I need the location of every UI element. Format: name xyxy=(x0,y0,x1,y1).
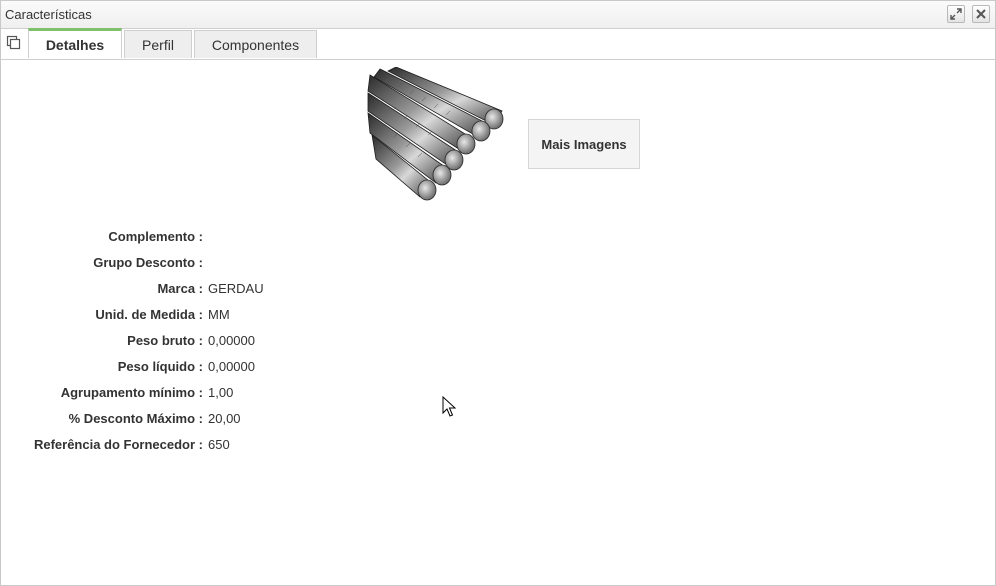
detail-label: Referência do Fornecedor : xyxy=(33,437,203,452)
detail-label: Peso líquido : xyxy=(117,359,203,374)
window-titlebar: Características xyxy=(1,1,995,29)
tab-bar: Detalhes Perfil Componentes xyxy=(1,28,995,60)
close-button[interactable] xyxy=(972,5,990,23)
copy-icon[interactable] xyxy=(6,35,22,51)
product-image xyxy=(367,67,504,201)
detail-value: 20,00 xyxy=(208,411,241,426)
detail-value: GERDAU xyxy=(208,281,264,296)
detail-label: Complemento : xyxy=(108,229,203,244)
expand-icon xyxy=(950,8,962,20)
tab-label: Detalhes xyxy=(45,36,105,53)
detail-row: Complemento : xyxy=(1,227,401,247)
more-images-button[interactable]: Mais Imagens xyxy=(528,119,640,169)
detail-label: % Desconto Máximo : xyxy=(68,411,203,426)
detail-value: 0,00000 xyxy=(208,333,255,348)
detail-row: Grupo Desconto : xyxy=(1,253,401,273)
tab-perfil[interactable]: Perfil xyxy=(124,30,192,58)
detail-value: 0,00000 xyxy=(208,359,255,374)
characteristics-window: Características Detalhes Perfil Componen… xyxy=(0,0,996,586)
window-title: Características xyxy=(5,7,92,22)
detail-row: Peso bruto : 0,00000 xyxy=(1,331,401,351)
mouse-cursor-icon xyxy=(442,396,456,417)
detail-label: Peso bruto : xyxy=(127,333,203,348)
detail-row: Marca : GERDAU xyxy=(1,279,401,299)
detail-row: Peso líquido : 0,00000 xyxy=(1,357,401,377)
tab-label: Perfil xyxy=(142,36,174,53)
detail-row: Agrupamento mínimo : 1,00 xyxy=(1,383,401,403)
detail-value: MM xyxy=(208,307,230,322)
close-icon xyxy=(976,9,986,19)
more-images-label: Mais Imagens xyxy=(541,136,627,152)
tab-detalhes[interactable]: Detalhes xyxy=(28,28,122,58)
detail-label: Agrupamento mínimo : xyxy=(60,385,203,400)
detail-value: 650 xyxy=(208,437,230,452)
detail-label: Marca : xyxy=(157,281,203,296)
detail-row: Referência do Fornecedor : 650 xyxy=(1,435,401,455)
detail-row: % Desconto Máximo : 20,00 xyxy=(1,409,401,429)
detail-label: Grupo Desconto : xyxy=(93,255,203,270)
maximize-button[interactable] xyxy=(947,5,965,23)
detail-value: 1,00 xyxy=(208,385,234,400)
detail-label: Unid. de Medida : xyxy=(95,307,203,322)
detail-row: Unid. de Medida : MM xyxy=(1,305,401,325)
tab-componentes[interactable]: Componentes xyxy=(194,30,317,58)
tab-label: Componentes xyxy=(211,36,300,53)
